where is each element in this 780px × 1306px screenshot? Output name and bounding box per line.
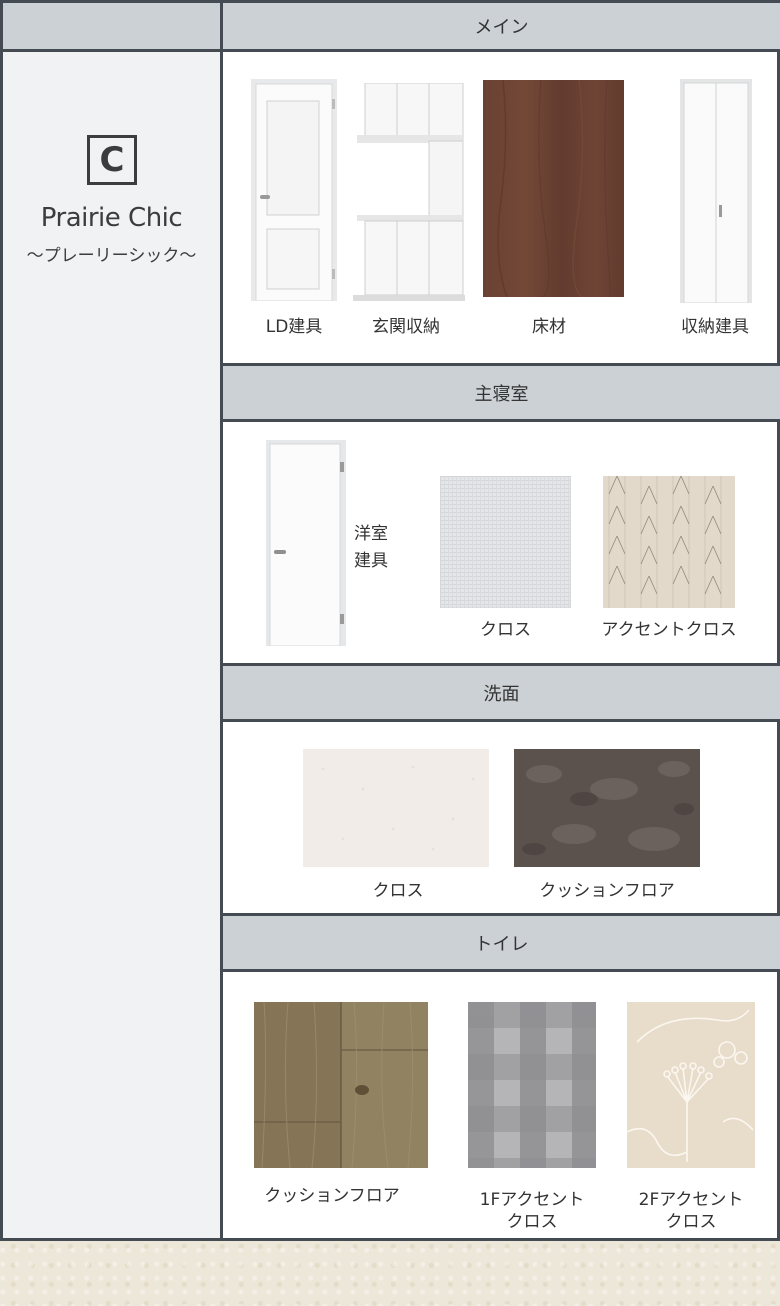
weathered-wood-cushion-floor-icon — [254, 1001, 428, 1172]
item-label: 洋室 — [354, 524, 388, 544]
item-label: 床材 — [532, 317, 566, 337]
white-panel-door-icon — [251, 79, 337, 305]
section-header-washroom: 洗面 — [223, 663, 780, 722]
plan-badge: C — [87, 135, 137, 185]
plan-subtitle: 〜プレーリーシック〜 — [26, 246, 197, 266]
walnut-wood-flooring-icon — [483, 79, 624, 301]
section-header-main: メイン — [223, 3, 780, 52]
item-label: クロス — [506, 1212, 558, 1232]
white-folding-door-icon — [680, 79, 752, 307]
item-label: クロス — [665, 1212, 717, 1232]
plan-column: C Prairie Chic 〜プレーリーシック〜 — [3, 3, 223, 1238]
herringbone-wallpaper-icon — [603, 475, 735, 612]
item-label: クロス — [480, 620, 531, 640]
item-label: 玄関収納 — [372, 317, 440, 337]
white-shoe-cabinet-icon — [353, 82, 465, 305]
section-header-master-bedroom: 主寝室 — [223, 363, 780, 422]
plan-name: Prairie Chic — [40, 203, 183, 233]
item-label: 建具 — [354, 551, 388, 571]
light-gray-wallpaper-icon — [439, 475, 572, 612]
gray-check-wallpaper-icon — [468, 1002, 596, 1172]
botanical-wallpaper-icon — [626, 1002, 755, 1172]
off-white-wallpaper-icon — [303, 749, 489, 871]
item-label: 収納建具 — [681, 317, 749, 337]
white-flush-door-icon — [266, 440, 346, 650]
item-label: クッションフロア — [264, 1186, 400, 1206]
item-label: LD建具 — [265, 317, 323, 337]
section-header-toilet: トイレ — [223, 913, 780, 972]
item-label: クッションフロア — [539, 881, 675, 901]
item-label: アクセントクロス — [601, 620, 737, 640]
item-label: クロス — [372, 881, 424, 901]
plan-column-header — [3, 3, 220, 52]
plan-table: C Prairie Chic 〜プレーリーシック〜 メイン LD建具 玄関収納 … — [0, 0, 780, 1241]
dark-stone-cushion-floor-icon — [514, 749, 700, 871]
